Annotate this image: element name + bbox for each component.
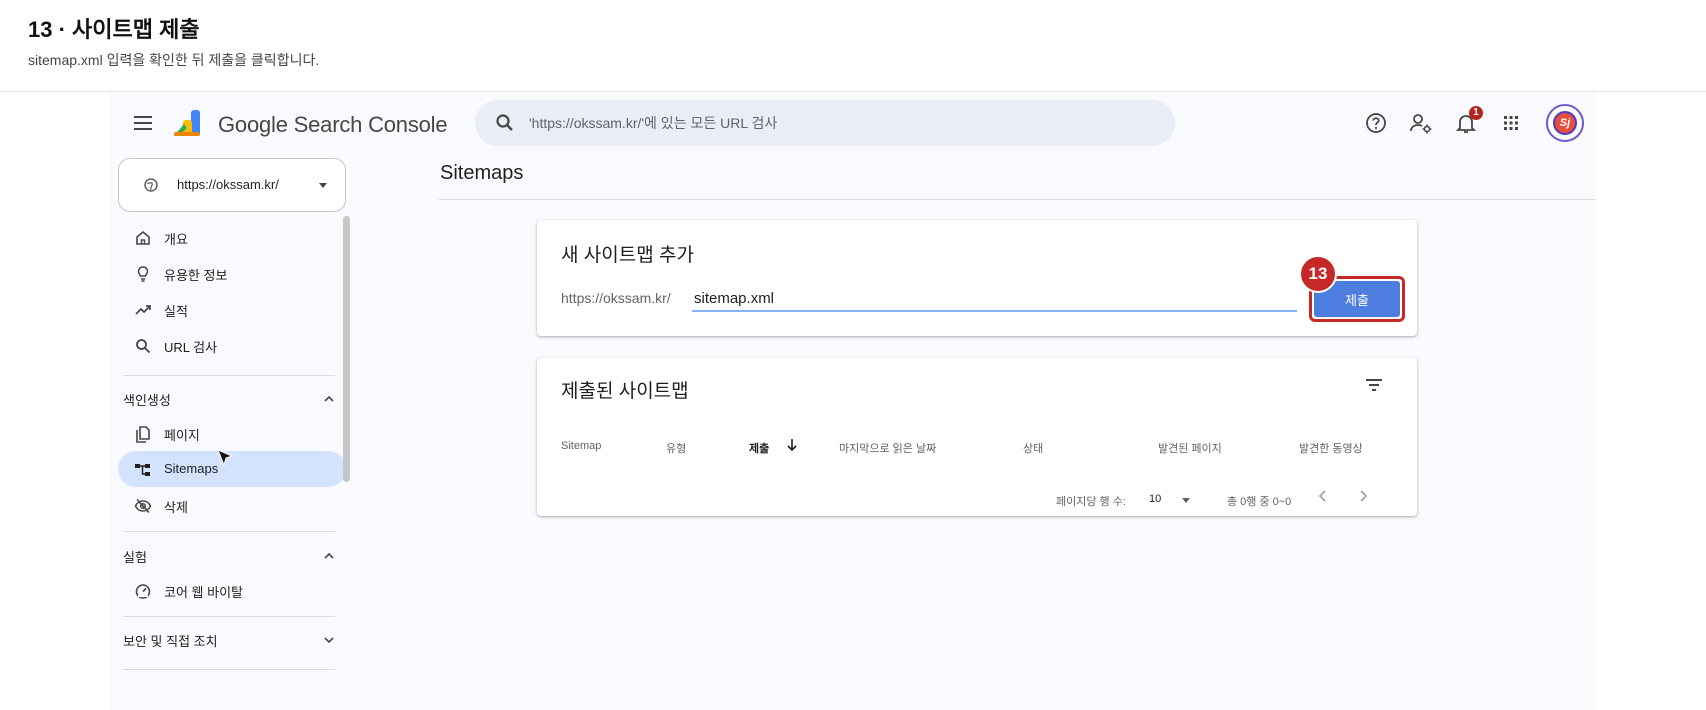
- sidebar-item-label: 실적: [164, 304, 188, 319]
- chevron-down-icon[interactable]: [322, 633, 336, 647]
- divider: [123, 375, 335, 376]
- trending-up-icon: [135, 305, 151, 315]
- sidebar-item-core-web-vitals[interactable]: 코어 웹 바이탈: [118, 572, 346, 608]
- sitemap-icon: [135, 464, 150, 476]
- chevron-down-icon[interactable]: [1182, 498, 1190, 503]
- sidebar-item-label: Sitemaps: [164, 461, 219, 476]
- pages-icon: [136, 426, 150, 443]
- help-icon[interactable]: [1363, 110, 1389, 136]
- sidebar-item-label: 삭제: [164, 500, 188, 515]
- rows-per-page-select[interactable]: 10: [1149, 493, 1161, 505]
- home-icon: [136, 230, 150, 245]
- submitted-sitemaps-title: 제출된 사이트맵: [561, 381, 689, 402]
- sidebar-item-insights[interactable]: 유용한 정보: [118, 255, 346, 291]
- column-header-type[interactable]: 유형: [666, 440, 686, 456]
- step-number-badge: 13: [1299, 255, 1337, 293]
- column-header-discovered-pages[interactable]: 발견된 페이지: [1158, 440, 1222, 456]
- manage-users-icon[interactable]: [1408, 110, 1434, 136]
- search-console-screenshot: Google Search Console 1: [110, 92, 1596, 710]
- arrow-down-icon[interactable]: [786, 438, 798, 452]
- section-security[interactable]: 보안 및 직접 조치: [123, 631, 218, 650]
- sidebar-item-overview[interactable]: 개요: [118, 219, 346, 255]
- sidebar-item-label: 유용한 정보: [164, 268, 228, 283]
- search-icon: [496, 114, 513, 131]
- sidebar-item-label: 페이지: [164, 428, 200, 443]
- apps-grid-icon[interactable]: [1498, 110, 1524, 136]
- add-sitemap-title: 새 사이트맵 추가: [561, 245, 694, 266]
- sitemap-url-input[interactable]: [692, 286, 1297, 312]
- sidebar-item-performance[interactable]: 실적: [118, 291, 346, 327]
- url-inspection-search[interactable]: [475, 100, 1175, 146]
- menu-icon[interactable]: [132, 112, 154, 134]
- visibility-off-icon: [134, 498, 152, 514]
- column-header-sitemap[interactable]: Sitemap: [561, 440, 601, 452]
- chevron-right-icon[interactable]: [1356, 488, 1370, 504]
- sidebar-item-pages[interactable]: 페이지: [118, 415, 346, 451]
- speed-icon: [135, 584, 151, 599]
- column-header-last-read[interactable]: 마지막으로 읽은 날짜: [839, 440, 936, 456]
- notification-badge: 1: [1469, 106, 1483, 120]
- divider: [123, 531, 335, 532]
- tutorial-header: 13 · 사이트맵 제출 sitemap.xml 입력을 확인한 뒤 제출을 클…: [0, 0, 1706, 92]
- divider: [438, 199, 1596, 200]
- search-console-logo-icon[interactable]: [172, 108, 206, 138]
- page-title: Sitemaps: [440, 162, 524, 184]
- section-experience[interactable]: 실험: [123, 547, 147, 566]
- sidebar-item-label: 개요: [164, 232, 188, 247]
- divider: [123, 669, 335, 670]
- chevron-left-icon[interactable]: [1316, 488, 1330, 504]
- pagination-range: 총 0행 중 0~0: [1227, 496, 1292, 508]
- sidebar-item-removals[interactable]: 삭제: [118, 487, 346, 523]
- avatar-initials: Sj: [1553, 111, 1577, 135]
- step-title: 13 · 사이트맵 제출: [28, 17, 200, 42]
- sidebar-item-label: 코어 웹 바이탈: [164, 585, 243, 600]
- add-sitemap-card: 새 사이트맵 추가 https://okssam.kr/ 제출 13: [537, 220, 1417, 336]
- account-avatar[interactable]: Sj: [1546, 104, 1584, 142]
- sidebar-scrollbar[interactable]: [343, 216, 350, 482]
- column-header-discovered-videos[interactable]: 발견한 동영상: [1299, 440, 1363, 456]
- rows-per-page-label: 페이지당 행 수:: [1056, 496, 1126, 508]
- url-prefix: https://okssam.kr/: [561, 290, 671, 306]
- step-description: sitemap.xml 입력을 확인한 뒤 제출을 클릭합니다.: [28, 52, 320, 68]
- mouse-cursor-icon: [217, 449, 234, 467]
- section-indexing[interactable]: 색인생성: [123, 390, 171, 409]
- filter-icon[interactable]: [1365, 378, 1383, 392]
- search-icon: [136, 339, 151, 354]
- search-input[interactable]: [529, 111, 1129, 135]
- column-header-submitted[interactable]: 제출: [749, 440, 769, 456]
- property-selector[interactable]: https://okssam.kr/: [118, 158, 346, 212]
- globe-icon: [144, 178, 158, 192]
- chevron-down-icon: [319, 183, 327, 188]
- submitted-sitemaps-card: 제출된 사이트맵 Sitemap 유형 제출 마지막으로 읽은 날짜 상태 발견…: [537, 358, 1417, 516]
- sidebar-nav: 개요 유용한 정보 실적 URL 검사 색인생성 페이지 Sitemaps 삭제…: [110, 212, 360, 710]
- lightbulb-icon: [137, 266, 149, 282]
- sidebar-item-url-inspection[interactable]: URL 검사: [118, 327, 346, 363]
- property-url: https://okssam.kr/: [177, 177, 279, 192]
- chevron-up-icon[interactable]: [322, 392, 336, 406]
- app-name[interactable]: Google Search Console: [218, 112, 448, 138]
- sidebar-item-label: URL 검사: [164, 340, 218, 355]
- chevron-up-icon[interactable]: [322, 549, 336, 563]
- divider: [123, 616, 335, 617]
- top-app-bar: Google Search Console 1: [110, 92, 1596, 156]
- column-header-status[interactable]: 상태: [1023, 440, 1043, 456]
